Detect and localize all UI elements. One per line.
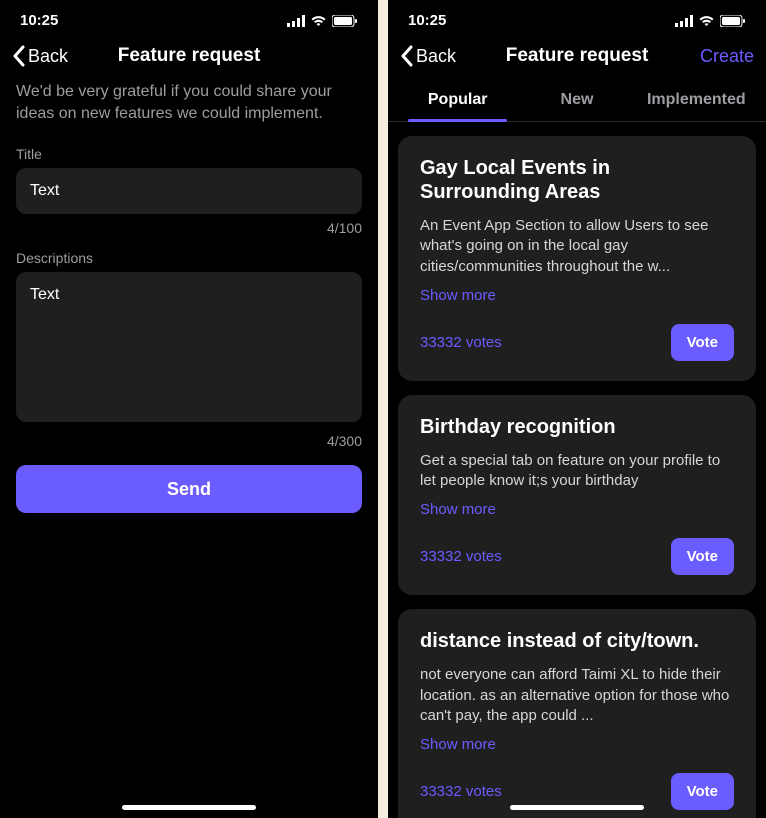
descriptions-counter: 4/300: [0, 427, 378, 455]
show-more-link[interactable]: Show more: [420, 501, 496, 518]
home-indicator[interactable]: [510, 805, 644, 810]
descriptions-label: Descriptions: [0, 242, 378, 272]
title-counter: 4/100: [0, 214, 378, 242]
status-indicators: [675, 15, 746, 27]
card-description: Get a special tab on feature on your pro…: [420, 451, 734, 492]
title-input[interactable]: [16, 168, 362, 214]
send-button[interactable]: Send: [16, 465, 362, 513]
descriptions-input[interactable]: Text: [16, 272, 362, 422]
battery-icon: [720, 15, 746, 27]
vote-count: 33332 votes: [420, 334, 502, 351]
vote-button[interactable]: Vote: [671, 324, 734, 361]
vote-count: 33332 votes: [420, 783, 502, 800]
status-bar: 10:25: [388, 0, 766, 35]
chevron-left-icon: [400, 45, 414, 67]
cellular-icon: [287, 15, 305, 27]
card-title: Birthday recognition: [420, 415, 734, 439]
show-more-link[interactable]: Show more: [420, 287, 496, 304]
chevron-left-icon: [12, 45, 26, 67]
tab-popular[interactable]: Popular: [398, 81, 517, 121]
tabs: Popular New Implemented: [388, 81, 766, 122]
wifi-icon: [698, 15, 715, 27]
feature-card-list[interactable]: Gay Local Events in Surrounding Areas An…: [388, 122, 766, 818]
intro-text: We'd be very grateful if you could share…: [0, 81, 378, 138]
vote-button[interactable]: Vote: [671, 538, 734, 575]
create-button[interactable]: Create: [700, 46, 754, 67]
status-time: 10:25: [408, 12, 446, 29]
back-label: Back: [416, 46, 456, 67]
feature-card: Gay Local Events in Surrounding Areas An…: [398, 136, 756, 381]
status-indicators: [287, 15, 358, 27]
status-bar: 10:25: [0, 0, 378, 35]
title-label: Title: [0, 138, 378, 168]
feature-card: Birthday recognition Get a special tab o…: [398, 395, 756, 596]
nav-bar: Back Feature request Create: [388, 35, 766, 81]
cellular-icon: [675, 15, 693, 27]
phone-right: 10:25 Back Feature request Create Popula…: [388, 0, 766, 818]
tab-new[interactable]: New: [517, 81, 636, 121]
phone-left: 10:25 Back Feature request We'd be very …: [0, 0, 378, 818]
home-indicator[interactable]: [122, 805, 256, 810]
back-button[interactable]: Back: [400, 45, 456, 67]
show-more-link[interactable]: Show more: [420, 736, 496, 753]
card-title: Gay Local Events in Surrounding Areas: [420, 156, 734, 204]
status-time: 10:25: [20, 12, 58, 29]
card-description: not everyone can afford Taimi XL to hide…: [420, 665, 734, 726]
card-description: An Event App Section to allow Users to s…: [420, 216, 734, 277]
nav-bar: Back Feature request: [0, 35, 378, 81]
back-button[interactable]: Back: [12, 45, 68, 67]
card-title: distance instead of city/town.: [420, 629, 734, 653]
tab-implemented[interactable]: Implemented: [637, 81, 756, 121]
battery-icon: [332, 15, 358, 27]
wifi-icon: [310, 15, 327, 27]
back-label: Back: [28, 46, 68, 67]
vote-button[interactable]: Vote: [671, 773, 734, 810]
feature-card: distance instead of city/town. not every…: [398, 609, 756, 818]
vote-count: 33332 votes: [420, 548, 502, 565]
